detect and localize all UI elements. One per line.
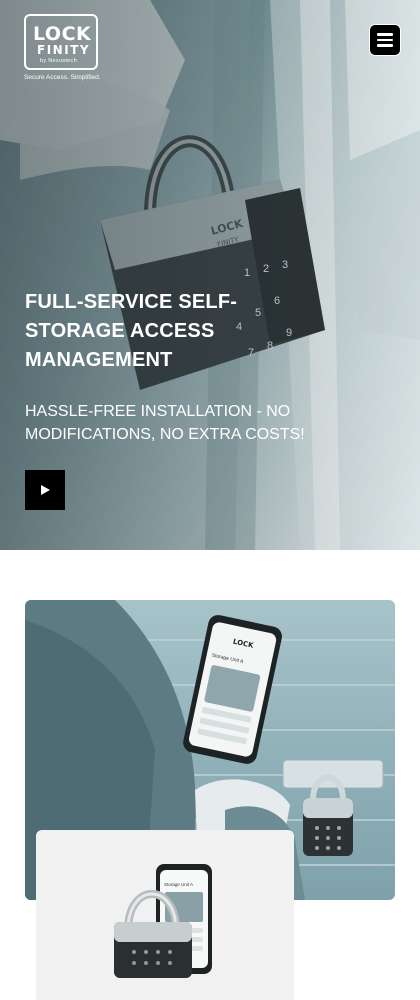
- hamburger-menu-button[interactable]: [369, 24, 401, 56]
- play-video-button[interactable]: [25, 470, 65, 510]
- card-phone-label: Storage Unit A: [164, 882, 193, 887]
- logo-word-lock: LOCK: [33, 23, 92, 45]
- product-card-illustration: Storage Unit A: [114, 864, 212, 978]
- hamburger-menu-icon: [377, 33, 393, 36]
- logo-byline: by Nexustech: [40, 58, 77, 64]
- play-icon: [41, 485, 50, 495]
- hamburger-menu-icon-bar: [377, 44, 393, 47]
- hero-section: LOCK FINITY 1 2 3 4 5 6 7 8 9 LOCK FINIT…: [0, 0, 420, 550]
- hero-subtitle: HASSLE-FREE INSTALLATION - NO MODIFICATI…: [25, 403, 305, 443]
- hamburger-menu-icon-bar: [377, 38, 393, 42]
- brand-logo[interactable]: LOCK FINITY by Nexustech Secure Access. …: [24, 14, 101, 84]
- product-card: Storage Unit A: [36, 830, 294, 1000]
- logo-tagline: Secure Access. Simplified.: [24, 74, 101, 81]
- logo-word-finity: FINITY: [37, 43, 91, 57]
- hero-title: FULL-SERVICE SELF-STORAGE ACCESS MANAGEM…: [25, 291, 238, 371]
